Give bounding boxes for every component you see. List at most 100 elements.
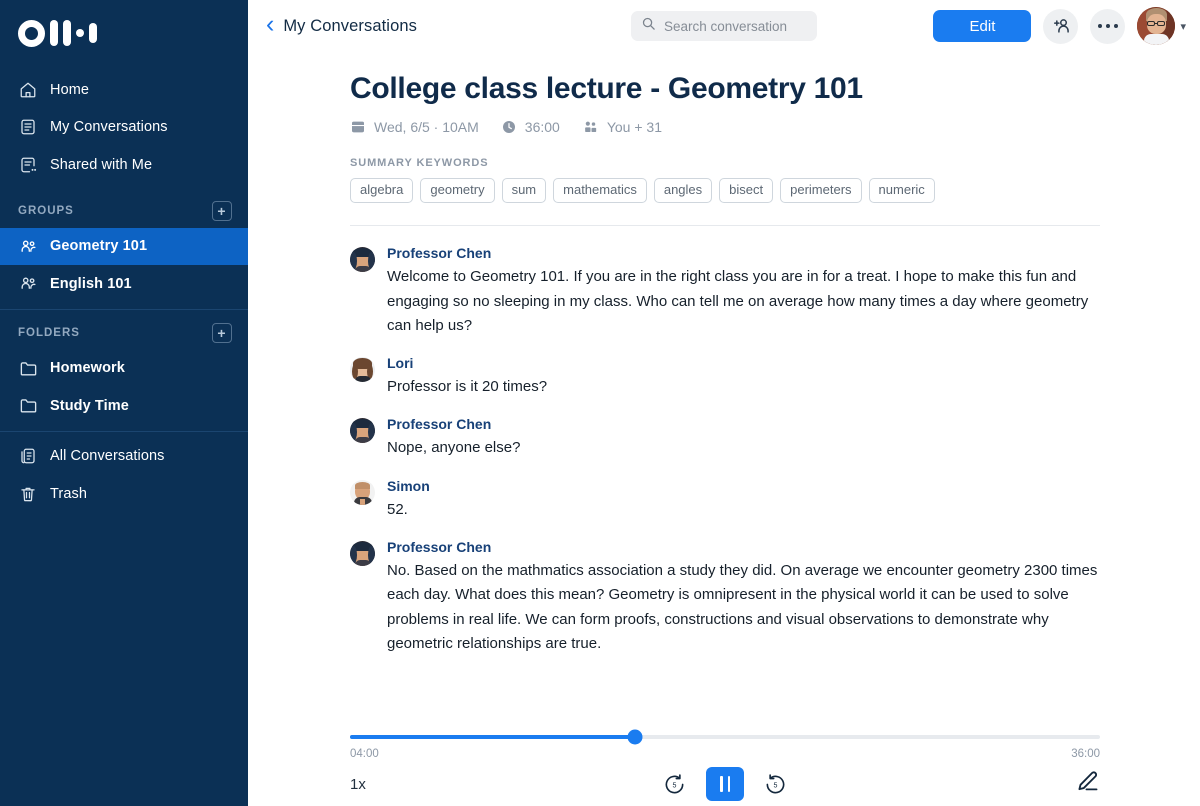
pause-bar-left — [720, 776, 723, 792]
people-icon — [582, 119, 599, 135]
utterance-text[interactable]: Nope, anyone else? — [387, 436, 1100, 460]
shared-document-icon — [18, 155, 38, 175]
pause-button[interactable] — [706, 767, 744, 801]
back-to-my-conversations[interactable]: ‹ My Conversations — [266, 15, 417, 37]
meta-duration: 36:00 — [501, 119, 560, 135]
add-person-button[interactable] — [1043, 9, 1078, 44]
pen-icon — [1074, 769, 1100, 800]
forward-5-icon[interactable]: 5 — [764, 773, 787, 796]
sidebar-item-trash-label: Trash — [50, 486, 87, 502]
sidebar: Home My Conversations Shared with Me — [0, 0, 248, 806]
sidebar-item-english-101-label: English 101 — [50, 276, 132, 292]
sidebar-item-home[interactable]: Home — [0, 71, 248, 109]
add-group-button[interactable]: + — [212, 201, 232, 221]
search-icon — [641, 16, 656, 36]
logo-ring — [18, 20, 45, 47]
sidebar-item-english-101[interactable]: English 101 — [0, 265, 248, 303]
professor-chen-avatar[interactable] — [350, 418, 375, 443]
people-icon — [18, 236, 38, 256]
add-folder-button[interactable]: + — [212, 323, 232, 343]
audio-player: 04:00 36:00 1x 5 — [248, 720, 1200, 806]
keyword-chip[interactable]: numeric — [869, 178, 935, 203]
calendar-icon — [350, 119, 366, 135]
logo-bar-2 — [63, 20, 71, 46]
sidebar-item-all-conversations[interactable]: All Conversations — [0, 438, 248, 476]
meta-duration-label: 36:00 — [525, 119, 560, 135]
sidebar-item-study-time-label: Study Time — [50, 398, 129, 414]
logo-bar-1 — [50, 20, 58, 46]
keyword-chip[interactable]: geometry — [420, 178, 494, 203]
utterance-text[interactable]: Professor is it 20 times? — [387, 375, 1100, 399]
breadcrumb-label: My Conversations — [283, 17, 417, 36]
sidebar-item-shared-with-me-label: Shared with Me — [50, 157, 152, 173]
professor-chen-avatar[interactable] — [350, 247, 375, 272]
people-icon — [18, 274, 38, 294]
chevron-down-icon: ▾ — [1180, 20, 1186, 33]
annotate-button[interactable] — [1074, 769, 1100, 800]
speaker-name[interactable]: Professor Chen — [387, 416, 1100, 432]
page-title: College class lecture - Geometry 101 — [350, 72, 1100, 106]
simon-avatar[interactable] — [350, 480, 375, 505]
summary-keywords-list: algebra geometry sum mathematics angles … — [350, 178, 1100, 203]
user-avatar-face — [1137, 7, 1175, 45]
rewind-5-icon[interactable]: 5 — [663, 773, 686, 796]
sidebar-item-homework-label: Homework — [50, 360, 125, 376]
sidebar-item-geometry-101[interactable]: Geometry 101 — [0, 228, 248, 266]
main-panel: ‹ My Conversations Edit — [248, 0, 1200, 806]
sidebar-item-all-conversations-label: All Conversations — [50, 448, 165, 464]
search-input[interactable] — [664, 19, 807, 34]
edit-button[interactable]: Edit — [933, 10, 1031, 42]
speaker-name[interactable]: Professor Chen — [387, 245, 1100, 261]
home-icon — [18, 80, 38, 100]
avatar — [1137, 7, 1175, 45]
progress-knob[interactable] — [628, 730, 643, 745]
transcript-message: Professor Chen Welcome to Geometry 101. … — [350, 245, 1100, 338]
keyword-chip[interactable]: perimeters — [780, 178, 861, 203]
otter-logo-icon — [18, 18, 97, 48]
user-menu[interactable]: ▾ — [1137, 7, 1186, 45]
groups-section-header: GROUPS + — [0, 194, 248, 228]
top-bar-actions: Edit — [933, 7, 1186, 45]
keyword-chip[interactable]: mathematics — [553, 178, 647, 203]
logo-container[interactable] — [0, 0, 248, 66]
sidebar-divider-1 — [0, 309, 248, 310]
sidebar-item-homework[interactable]: Homework — [0, 350, 248, 388]
utterance-text[interactable]: No. Based on the mathmatics association … — [387, 559, 1100, 656]
folders-section-header: FOLDERS + — [0, 316, 248, 350]
keyword-chip[interactable]: sum — [502, 178, 547, 203]
folder-icon — [18, 358, 38, 378]
stacked-documents-icon — [18, 446, 38, 466]
trash-icon — [18, 484, 38, 504]
professor-chen-avatar[interactable] — [350, 541, 375, 566]
sidebar-item-trash[interactable]: Trash — [0, 475, 248, 513]
sidebar-item-study-time[interactable]: Study Time — [0, 387, 248, 425]
progress-scrubber[interactable] — [350, 735, 1100, 739]
utterance-text[interactable]: Welcome to Geometry 101. If you are in t… — [387, 265, 1100, 338]
sidebar-item-geometry-101-label: Geometry 101 — [50, 238, 147, 254]
meta-participants: You + 31 — [582, 119, 662, 135]
utterance-text[interactable]: 52. — [387, 498, 1100, 522]
transcript-message: Simon 52. — [350, 478, 1100, 522]
meta-date: Wed, 6/5 · 10AM — [350, 119, 479, 135]
transcript-message: Professor Chen Nope, anyone else? — [350, 416, 1100, 460]
app-root: Home My Conversations Shared with Me — [0, 0, 1200, 806]
folder-icon — [18, 396, 38, 416]
keyword-chip[interactable]: algebra — [350, 178, 413, 203]
sidebar-item-my-conversations-label: My Conversations — [50, 119, 168, 135]
folders-section-label: FOLDERS — [18, 327, 80, 339]
sidebar-item-shared-with-me[interactable]: Shared with Me — [0, 146, 248, 184]
conversation-content: College class lecture - Geometry 101 Wed… — [248, 52, 1200, 720]
progress-fill — [350, 735, 635, 739]
speaker-name[interactable]: Professor Chen — [387, 539, 1100, 555]
keyword-chip[interactable]: angles — [654, 178, 712, 203]
sidebar-item-my-conversations[interactable]: My Conversations — [0, 109, 248, 147]
speaker-name[interactable]: Lori — [387, 355, 1100, 371]
conversation-meta: Wed, 6/5 · 10AM 36:00 — [350, 119, 1100, 135]
search-conversation-box[interactable] — [631, 11, 817, 41]
keyword-chip[interactable]: bisect — [719, 178, 773, 203]
lori-avatar[interactable] — [350, 357, 375, 382]
playback-speed-button[interactable]: 1x — [350, 776, 366, 793]
more-options-button[interactable] — [1090, 9, 1125, 44]
speaker-name[interactable]: Simon — [387, 478, 1100, 494]
current-time-label: 04:00 — [350, 748, 379, 760]
